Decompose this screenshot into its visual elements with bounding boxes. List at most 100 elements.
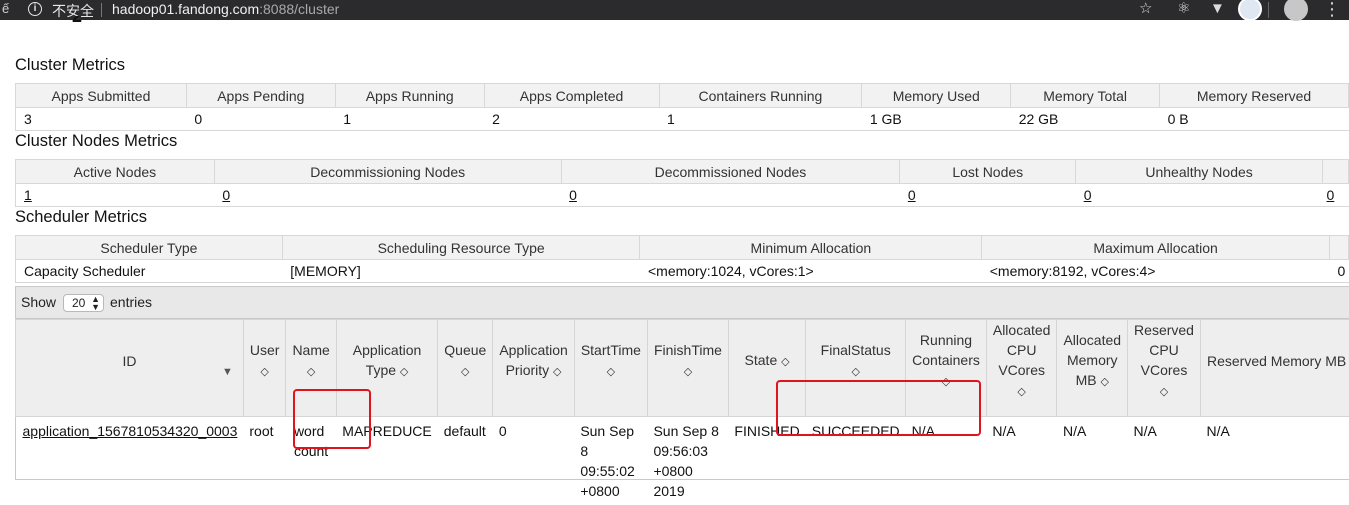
col-unhealthy-nodes: Unhealthy Nodes [1076, 160, 1323, 184]
col-memory-total: Memory Total [1011, 84, 1160, 108]
col-active-nodes: Active Nodes [16, 160, 215, 184]
rebooted-nodes-link[interactable]: 0 [1326, 187, 1334, 203]
col-minimum-allocation: Minimum Allocation [640, 236, 982, 260]
scheduler-type-value: Capacity Scheduler [16, 260, 283, 283]
col-memory-used: Memory Used [862, 84, 1011, 108]
sort-icon: ◇ [400, 366, 408, 378]
reserved-cpu-cell: N/A [1128, 417, 1201, 505]
address-bar[interactable]: hadoop01.fandong.com:8088/cluster [112, 1, 339, 17]
maximum-allocation-value: <memory:8192, vCores:4> [982, 260, 1330, 283]
vue-devtools-icon[interactable]: ▼ [1210, 0, 1225, 20]
bookmark-star-icon[interactable]: ☆ [1139, 0, 1152, 20]
highlight-status-annotation [776, 380, 981, 436]
info-icon[interactable]: i [28, 2, 42, 16]
col-application-priority[interactable]: Application Priority ◇ [493, 320, 575, 417]
cluster-metrics-title: Cluster Metrics [15, 56, 125, 75]
apps-pending-value: 0 [186, 108, 335, 131]
sort-icon: ◇ [1100, 376, 1108, 388]
react-devtools-icon[interactable]: ⚛ [1177, 0, 1190, 20]
col-truncated [1329, 236, 1348, 260]
sort-icon: ◇ [781, 356, 789, 368]
sort-desc-icon: ▼ [222, 362, 233, 382]
decommissioned-nodes-link[interactable]: 0 [569, 187, 577, 203]
col-containers-running: Containers Running [659, 84, 862, 108]
table-row: application_1567810534320_0003 root word… [16, 417, 1349, 505]
apps-completed-value: 2 [484, 108, 659, 131]
application-id-link[interactable]: application_1567810534320_0003 [23, 423, 238, 439]
page-size-select[interactable]: 20▲▼ [63, 294, 104, 312]
col-queue[interactable]: Queue◇ [438, 320, 493, 417]
sort-icon: ◇ [607, 366, 615, 378]
applications-table: ID▼ User◇ Name◇ Application Type ◇ Queue… [15, 319, 1349, 505]
active-nodes-link[interactable]: 1 [24, 187, 32, 203]
apps-submitted-value: 3 [16, 108, 187, 131]
col-decommissioned-nodes: Decommissioned Nodes [561, 160, 900, 184]
col-allocated-memory-mb[interactable]: Allocated Memory MB ◇ [1057, 320, 1128, 417]
containers-running-value: 1 [659, 108, 862, 131]
priority-cell: 0 [493, 417, 575, 505]
apps-running-value: 1 [335, 108, 484, 131]
col-reserved-memory-mb[interactable]: Reserved Memory MB [1200, 320, 1349, 417]
tab-edge-glyph: ế [2, 1, 9, 16]
toolbar-divider [1268, 2, 1269, 18]
highlight-name-annotation [293, 389, 371, 449]
col-decommissioning-nodes: Decommissioning Nodes [214, 160, 561, 184]
col-finishtime[interactable]: FinishTime◇ [647, 320, 728, 417]
memory-reserved-value: 0 B [1160, 108, 1349, 131]
sort-icon: ◇ [461, 366, 469, 378]
select-arrows-icon: ▲▼ [91, 295, 100, 311]
allocated-memory-cell: N/A [1057, 417, 1128, 505]
col-apps-running: Apps Running [335, 84, 484, 108]
col-lost-nodes: Lost Nodes [900, 160, 1076, 184]
lost-nodes-link[interactable]: 0 [908, 187, 916, 203]
col-maximum-allocation: Maximum Allocation [982, 236, 1330, 260]
profile-avatar-icon[interactable] [1284, 0, 1308, 21]
queue-cell: default [438, 417, 493, 505]
user-cell: root [243, 417, 286, 505]
memory-used-value: 1 GB [862, 108, 1011, 131]
url-path: :8088/cluster [259, 1, 339, 17]
col-scheduling-resource-type: Scheduling Resource Type [282, 236, 640, 260]
col-allocated-cpu-vcores[interactable]: Allocated CPU VCores◇ [986, 320, 1057, 417]
finish-time-cell: Sun Sep 8 09:56:03 +0800 2019 [647, 417, 728, 505]
col-apps-pending: Apps Pending [186, 84, 335, 108]
col-starttime[interactable]: StartTime◇ [574, 320, 647, 417]
menu-kebab-icon[interactable]: ⋮ [1323, 0, 1341, 20]
entries-label: entries [110, 294, 152, 310]
col-truncated [1322, 160, 1348, 184]
sort-icon: ◇ [1160, 386, 1168, 398]
col-user[interactable]: User◇ [243, 320, 286, 417]
scheduler-metrics-table: Scheduler Type Scheduling Resource Type … [15, 235, 1349, 283]
col-id[interactable]: ID▼ [16, 320, 244, 417]
minimum-allocation-value: <memory:1024, vCores:1> [640, 260, 982, 283]
url-host: hadoop01.fandong.com [112, 1, 259, 17]
partial-logo-glyph: 2 [72, 16, 82, 30]
allocated-cpu-cell: N/A [986, 417, 1057, 505]
col-memory-reserved: Memory Reserved [1160, 84, 1349, 108]
sort-icon: ◇ [1017, 386, 1025, 398]
sort-icon: ◇ [851, 366, 859, 378]
extension-avatar-icon[interactable] [1238, 0, 1262, 21]
applications-panel: Show 20▲▼ entries ID▼ User◇ Name◇ Applic… [15, 286, 1349, 480]
cluster-nodes-metrics-title: Cluster Nodes Metrics [15, 132, 177, 151]
show-label: Show [21, 294, 56, 310]
page-length-control: Show 20▲▼ entries [16, 287, 1349, 319]
truncated-value: 0 [1329, 260, 1348, 283]
col-apps-completed: Apps Completed [484, 84, 659, 108]
col-apps-submitted: Apps Submitted [16, 84, 187, 108]
sort-icon: ◇ [553, 366, 561, 378]
start-time-cell: Sun Sep 8 09:55:02 +0800 [574, 417, 647, 505]
cluster-metrics-table: Apps Submitted Apps Pending Apps Running… [15, 83, 1349, 131]
decommissioning-nodes-link[interactable]: 0 [222, 187, 230, 203]
sort-icon: ◇ [260, 366, 268, 378]
sort-icon: ◇ [307, 366, 315, 378]
reserved-memory-cell: N/A [1200, 417, 1349, 505]
unhealthy-nodes-link[interactable]: 0 [1084, 187, 1092, 203]
sort-icon: ◇ [684, 366, 692, 378]
resource-type-value: [MEMORY] [282, 260, 640, 283]
memory-total-value: 22 GB [1011, 108, 1160, 131]
cluster-nodes-metrics-table: Active Nodes Decommissioning Nodes Decom… [15, 159, 1349, 207]
browser-toolbar: ế i 不安全 hadoop01.fandong.com:8088/cluste… [0, 0, 1349, 20]
col-scheduler-type: Scheduler Type [16, 236, 283, 260]
col-reserved-cpu-vcores[interactable]: Reserved CPU VCores◇ [1128, 320, 1201, 417]
